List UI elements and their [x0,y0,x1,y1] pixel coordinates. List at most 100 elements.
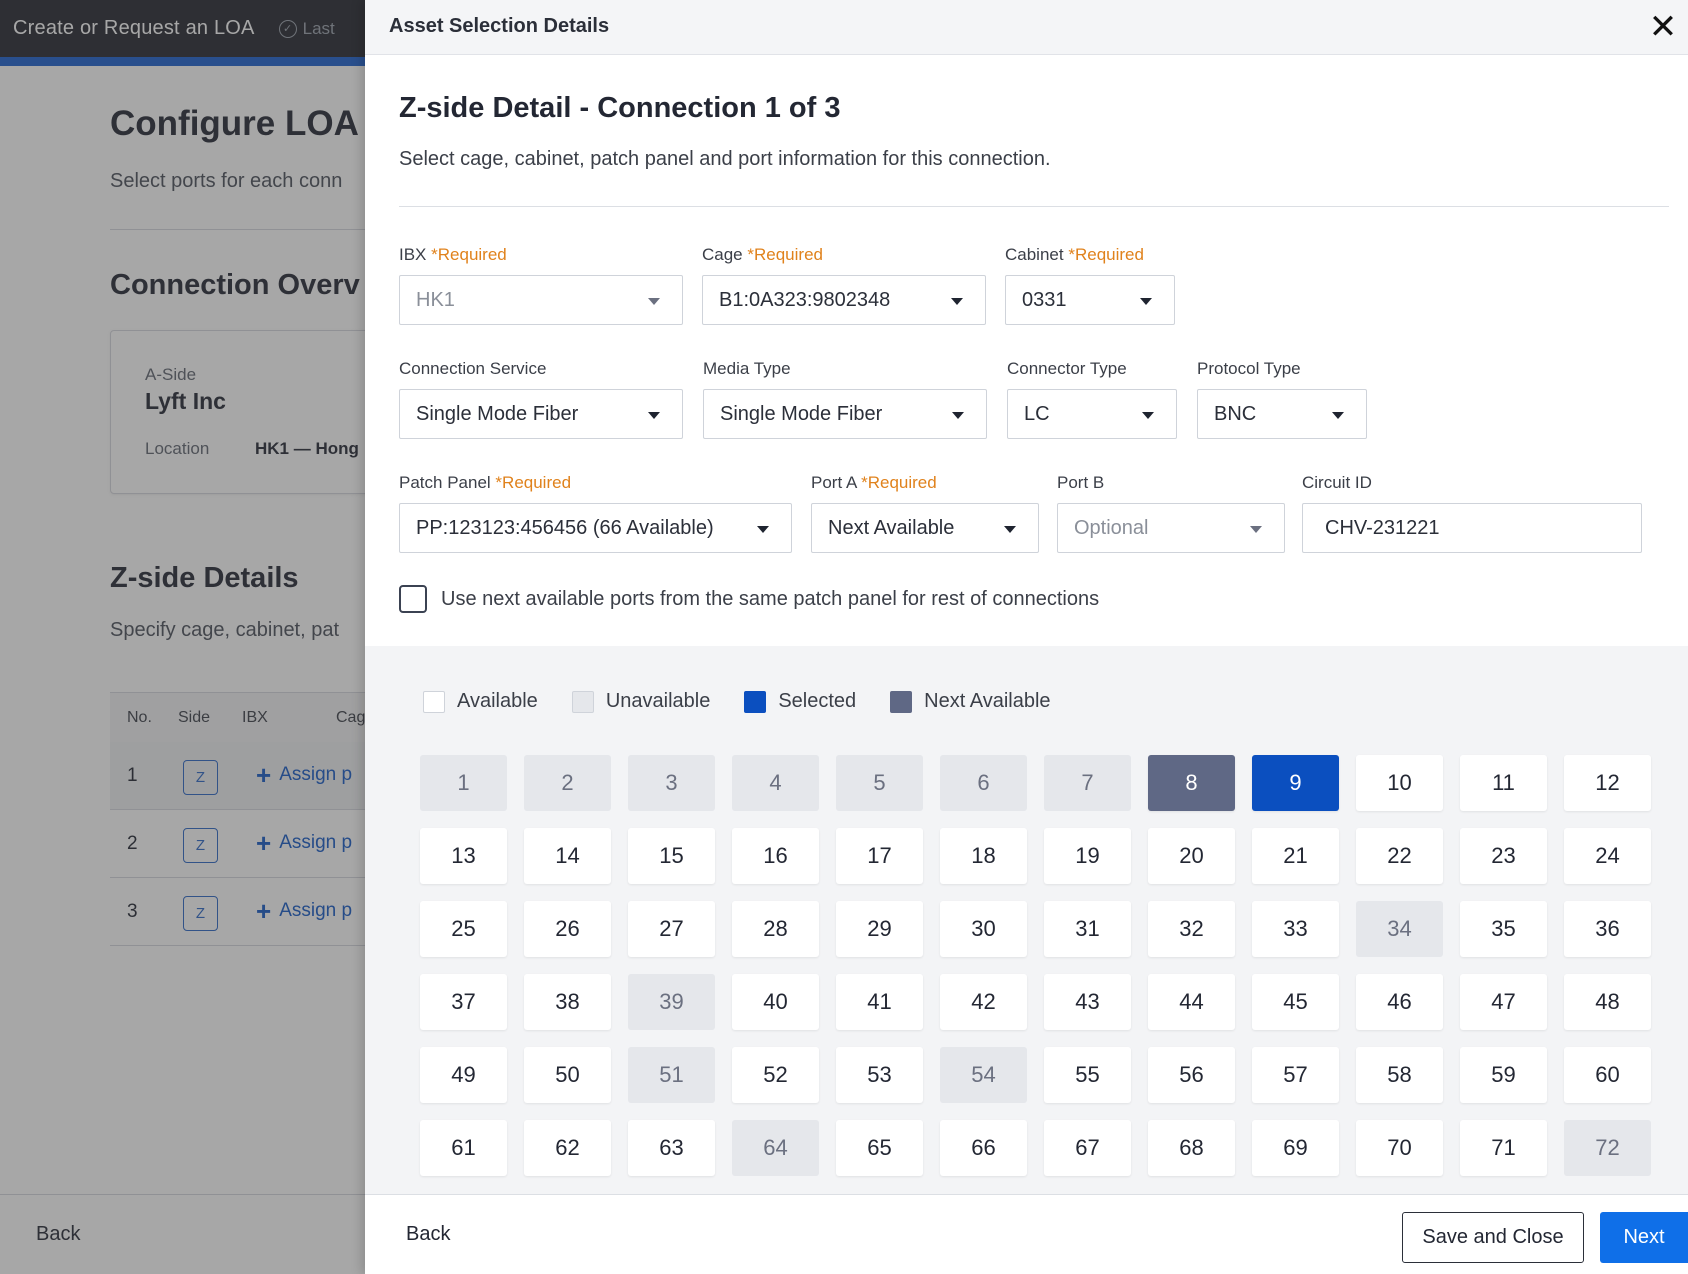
media-type-select[interactable]: Single Mode Fiber [703,389,987,439]
port-27[interactable]: 27 [628,901,715,957]
port-19[interactable]: 19 [1044,828,1131,884]
port-49[interactable]: 49 [420,1047,507,1103]
panel-footer: Back Save and Close Next [365,1194,1688,1274]
circuit-id-input[interactable] [1302,503,1642,553]
port-26[interactable]: 26 [524,901,611,957]
available-swatch [423,690,445,713]
port-61[interactable]: 61 [420,1120,507,1176]
port-11[interactable]: 11 [1460,755,1547,811]
back-button[interactable]: Back [406,1223,450,1246]
port-62[interactable]: 62 [524,1120,611,1176]
port-36[interactable]: 36 [1564,901,1651,957]
port-b-placeholder: Optional [1074,516,1149,539]
port-70[interactable]: 70 [1356,1120,1443,1176]
required-tag: *Required [431,245,507,264]
port-53[interactable]: 53 [836,1047,923,1103]
connector-type-select[interactable]: LC [1007,389,1177,439]
caret-down-icon [1332,412,1344,419]
port-57[interactable]: 57 [1252,1047,1339,1103]
caret-down-icon [952,412,964,419]
port-31[interactable]: 31 [1044,901,1131,957]
port-28[interactable]: 28 [732,901,819,957]
cabinet-select[interactable]: 0331 [1005,275,1175,325]
port-58[interactable]: 58 [1356,1047,1443,1103]
port-43[interactable]: 43 [1044,974,1131,1030]
port-51: 51 [628,1047,715,1103]
legend-unavailable: Unavailable [605,690,711,712]
caret-down-icon [648,298,660,305]
same-patch-panel-checkbox[interactable] [399,585,427,613]
port-9[interactable]: 9 [1252,755,1339,811]
port-13[interactable]: 13 [420,828,507,884]
port-38[interactable]: 38 [524,974,611,1030]
port-24[interactable]: 24 [1564,828,1651,884]
port-44[interactable]: 44 [1148,974,1235,1030]
port-47[interactable]: 47 [1460,974,1547,1030]
port-legend: Available Unavailable Selected Next Avai… [423,690,1085,713]
port-59[interactable]: 59 [1460,1047,1547,1103]
port-23[interactable]: 23 [1460,828,1547,884]
port-12[interactable]: 12 [1564,755,1651,811]
port-29[interactable]: 29 [836,901,923,957]
cage-select[interactable]: B1:0A323:9802348 [702,275,986,325]
port-22[interactable]: 22 [1356,828,1443,884]
port-71[interactable]: 71 [1460,1120,1547,1176]
port-15[interactable]: 15 [628,828,715,884]
port-41[interactable]: 41 [836,974,923,1030]
port-35[interactable]: 35 [1460,901,1547,957]
connection-service-select[interactable]: Single Mode Fiber [399,389,683,439]
port-56[interactable]: 56 [1148,1047,1235,1103]
port-48[interactable]: 48 [1564,974,1651,1030]
protocol-type-select[interactable]: BNC [1197,389,1367,439]
port-32[interactable]: 32 [1148,901,1235,957]
port-45[interactable]: 45 [1252,974,1339,1030]
port-b-select[interactable]: Optional [1057,503,1285,553]
port-68[interactable]: 68 [1148,1120,1235,1176]
port-67[interactable]: 67 [1044,1120,1131,1176]
port-40[interactable]: 40 [732,974,819,1030]
port-72: 72 [1564,1120,1651,1176]
required-tag: *Required [1068,245,1144,264]
port-69[interactable]: 69 [1252,1120,1339,1176]
port-16[interactable]: 16 [732,828,819,884]
port-25[interactable]: 25 [420,901,507,957]
port-14[interactable]: 14 [524,828,611,884]
save-and-close-button[interactable]: Save and Close [1402,1212,1584,1263]
port-a-label: Port A [811,473,857,492]
port-65[interactable]: 65 [836,1120,923,1176]
port-52[interactable]: 52 [732,1047,819,1103]
port-17[interactable]: 17 [836,828,923,884]
port-46[interactable]: 46 [1356,974,1443,1030]
ibx-select[interactable]: HK1 [399,275,683,325]
port-a-value: Next Available [828,516,955,539]
patch-panel-select[interactable]: PP:123123:456456 (66 Available) [399,503,792,553]
port-63[interactable]: 63 [628,1120,715,1176]
cage-label: Cage [702,245,743,264]
port-42[interactable]: 42 [940,974,1027,1030]
port-33[interactable]: 33 [1252,901,1339,957]
port-8[interactable]: 8 [1148,755,1235,811]
port-18[interactable]: 18 [940,828,1027,884]
port-60[interactable]: 60 [1564,1047,1651,1103]
port-10[interactable]: 10 [1356,755,1443,811]
caret-down-icon [648,412,660,419]
media-type-label: Media Type [703,359,791,378]
port-37[interactable]: 37 [420,974,507,1030]
port-66[interactable]: 66 [940,1120,1027,1176]
port-a-select[interactable]: Next Available [811,503,1039,553]
port-64: 64 [732,1120,819,1176]
panel-title: Asset Selection Details [389,15,610,37]
port-20[interactable]: 20 [1148,828,1235,884]
legend-available: Available [457,690,538,712]
port-4: 4 [732,755,819,811]
connector-type-label: Connector Type [1007,359,1127,378]
port-30[interactable]: 30 [940,901,1027,957]
same-patch-panel-option[interactable]: Use next available ports from the same p… [399,585,1099,613]
port-55[interactable]: 55 [1044,1047,1131,1103]
cabinet-value: 0331 [1022,288,1067,311]
port-50[interactable]: 50 [524,1047,611,1103]
close-icon[interactable]: ✕ [1646,10,1680,44]
next-button[interactable]: Next [1600,1212,1688,1263]
port-21[interactable]: 21 [1252,828,1339,884]
ibx-field: IBX *Required HK1 [399,245,683,325]
